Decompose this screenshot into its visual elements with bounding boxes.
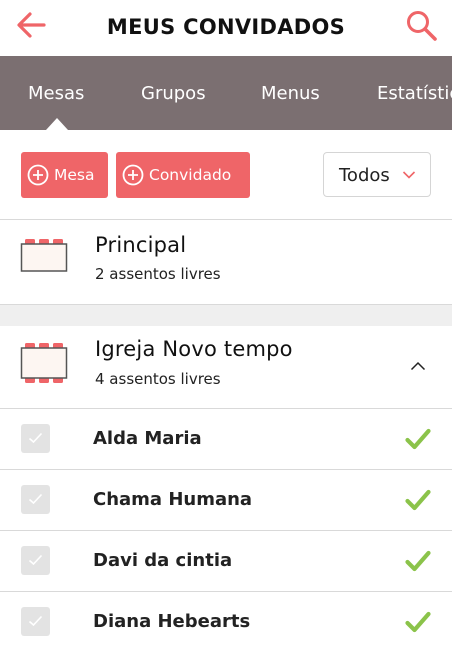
tab-estatisticas[interactable]: Estatísticas	[377, 83, 452, 104]
add-guest-label: Convidado	[149, 166, 232, 184]
table-icon	[20, 239, 68, 272]
guest-checkbox[interactable]	[21, 607, 50, 636]
guest-checkbox[interactable]	[21, 485, 50, 514]
tab-grupos[interactable]: Grupos	[141, 83, 206, 104]
table-name: Principal	[95, 233, 187, 257]
search-icon	[407, 11, 437, 41]
table-name: Igreja Novo tempo	[95, 337, 293, 361]
section-separator	[0, 305, 452, 326]
plus-circle-icon	[122, 164, 144, 186]
chevron-up-icon[interactable]	[410, 361, 426, 371]
check-icon	[28, 432, 43, 444]
table-row-igreja-novo-tempo[interactable]: Igreja Novo tempo 4 assentos livres	[0, 326, 452, 408]
guest-name: Chama Humana	[93, 489, 253, 510]
add-table-button[interactable]: Mesa	[21, 152, 108, 198]
page-title: MEUS CONVIDADOS	[106, 15, 346, 39]
checkmark-icon[interactable]	[405, 550, 431, 572]
guest-row[interactable]: Alda Maria	[0, 409, 452, 469]
chevron-down-icon	[402, 171, 416, 179]
plus-circle-icon	[27, 164, 49, 186]
guest-name: Davi da cintia	[93, 550, 233, 571]
check-icon	[28, 554, 43, 566]
guest-checkbox[interactable]	[21, 424, 50, 453]
guest-row[interactable]: Diana Hebearts	[0, 592, 452, 650]
guest-name: Alda Maria	[93, 428, 202, 449]
add-table-label: Mesa	[54, 166, 95, 184]
add-guest-button[interactable]: Convidado	[116, 152, 250, 198]
check-icon	[28, 493, 43, 505]
guest-row[interactable]: Davi da cintia	[0, 531, 452, 591]
filter-select[interactable]: Todos	[323, 152, 431, 197]
active-tab-indicator	[46, 118, 68, 130]
guest-checkbox[interactable]	[21, 546, 50, 575]
app-header: MEUS CONVIDADOS	[0, 0, 452, 56]
tab-mesas[interactable]: Mesas	[28, 83, 84, 104]
table-seats: 2 assentos livres	[95, 265, 221, 283]
tab-menus[interactable]: Menus	[261, 83, 320, 104]
checkmark-icon[interactable]	[405, 611, 431, 633]
guest-row[interactable]: Chama Humana	[0, 470, 452, 530]
guest-name: Diana Hebearts	[93, 611, 251, 632]
search-button[interactable]	[404, 8, 440, 44]
checkmark-icon[interactable]	[405, 489, 431, 511]
table-icon	[20, 343, 68, 383]
table-seats: 4 assentos livres	[95, 370, 221, 388]
table-row-principal[interactable]: Principal 2 assentos livres	[0, 220, 452, 304]
check-icon	[28, 615, 43, 627]
filter-select-value: Todos	[339, 165, 390, 186]
checkmark-icon[interactable]	[405, 428, 431, 450]
